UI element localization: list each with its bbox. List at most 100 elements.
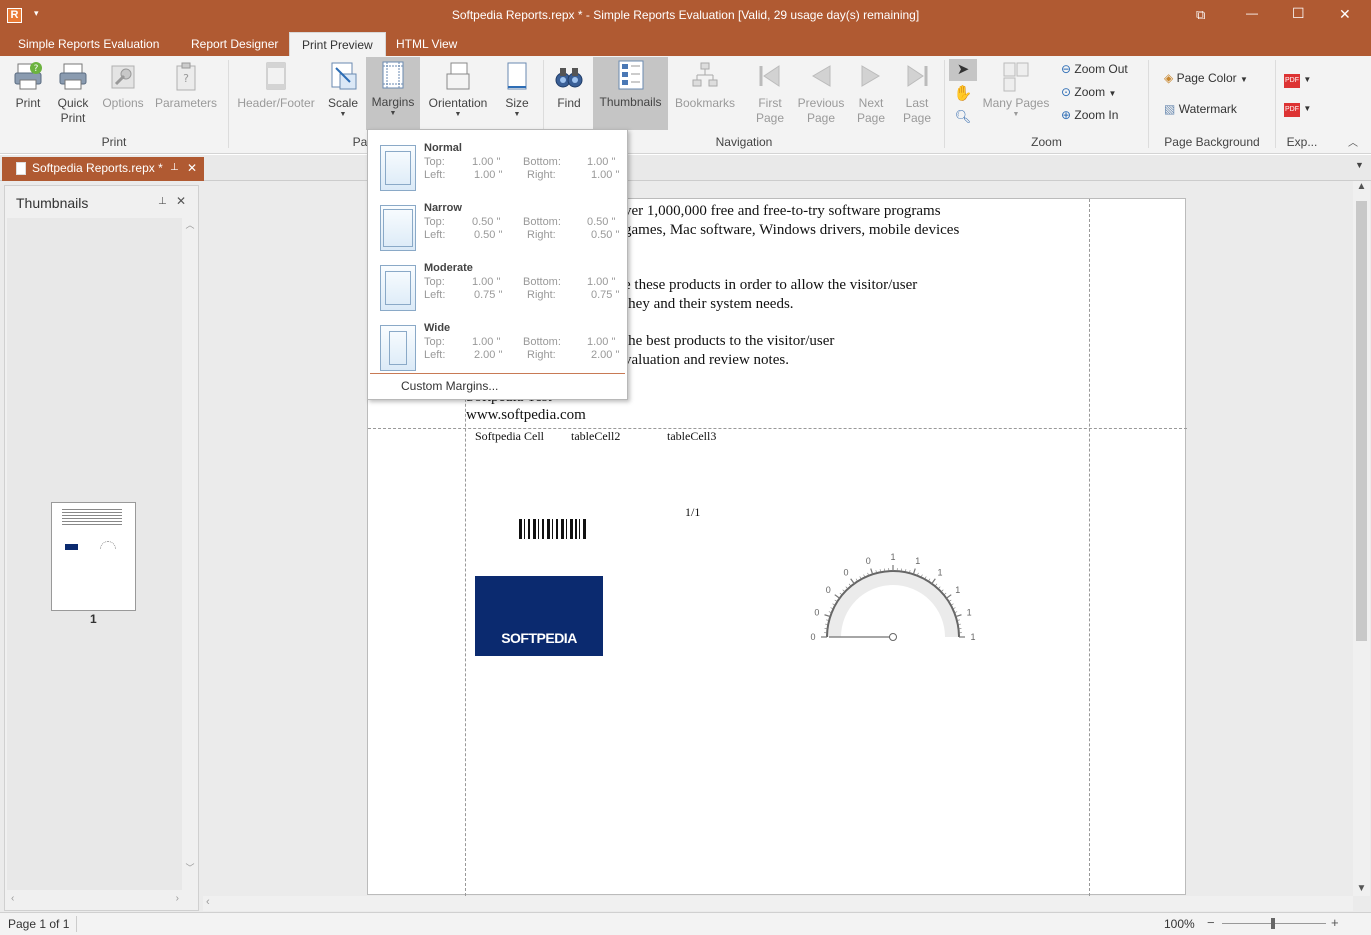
thumbnails-panel-title: Thumbnails [16,195,89,211]
zoom-icon: ⊙ [1061,85,1072,99]
margins-icon [382,61,404,89]
last-page-button[interactable]: Last Page [897,58,937,130]
margins-option-wide[interactable]: Wide Top: 1.00 " Bottom: 1.00 " Left: 2.… [368,316,627,376]
margins-preset-icon [380,325,416,371]
quick-print-label-1: Quick [57,96,89,110]
zoom-plus-button[interactable]: + [1331,915,1339,930]
export-pdf-button[interactable]: PDF ▼ [1284,68,1311,88]
gauge-label: 1 [967,607,972,617]
print-button[interactable]: ? Print [8,58,48,130]
preview-hscrollbar[interactable]: ‹ [203,896,1353,911]
page-color-button[interactable]: ◈ Page Color ▼ [1164,68,1248,88]
minimize-button[interactable]: — [1246,6,1258,20]
preview-vscrollbar[interactable]: ▲ ▼ [1353,181,1370,896]
custom-margins-item[interactable]: Custom Margins... [401,379,498,393]
tab-print-preview[interactable]: Print Preview [289,32,386,56]
binoculars-icon [555,68,583,88]
window-title: Softpedia Reports.repx * - Simple Report… [451,8,920,22]
top-label: Top: [424,156,445,168]
page-status: Page 1 of 1 [8,917,70,931]
collapse-ribbon-icon[interactable]: ︿ [1348,134,1358,149]
gauge-tick [946,594,952,599]
bottom-value: 1.00 " [587,336,616,348]
bookmarks-icon [692,62,718,87]
separator [228,60,229,148]
send-pdf-button[interactable]: PDF ▼ [1284,97,1311,117]
find-button[interactable]: Find [550,58,588,130]
scroll-down-icon[interactable]: ﹀ [183,861,197,874]
zoom-in-button[interactable]: ⊕ Zoom In [1061,105,1118,125]
options-button[interactable]: Options [99,58,147,130]
bottom-value: 1.00 " [587,156,616,168]
many-pages-button[interactable]: Many Pages ▼ [982,58,1050,130]
magnifier-tool-button[interactable]: 🔍︎ [949,106,977,128]
document-tab[interactable]: Softpedia Reports.repx * ⊥ ✕ [2,157,204,181]
pin-icon[interactable]: ⊥ [158,196,167,207]
tab-simple-reports-evaluation[interactable]: Simple Reports Evaluation [18,32,159,56]
scale-button[interactable]: Scale ▼ [324,58,362,130]
zoom-slider-thumb[interactable] [1271,918,1275,929]
scroll-left-icon[interactable]: ‹ [206,896,210,908]
next-page-label-2: Page [856,111,886,125]
margins-option-narrow[interactable]: Narrow Top: 0.50 " Bottom: 0.50 " Left: … [368,196,627,256]
thumbnails-scrollbar[interactable]: ︿ ﹀ [183,218,197,890]
quick-print-button[interactable]: Quick Print [54,58,92,130]
parameters-button[interactable]: ? Parameters [154,58,218,130]
right-label: Right: [527,169,556,181]
right-label: Right: [527,229,556,241]
page-color-label: Page Color [1176,71,1237,85]
gauge-label: 1 [938,567,943,577]
bottom-value: 0.50 " [587,216,616,228]
scroll-left-icon[interactable]: ‹ [11,893,14,904]
left-value: 0.50 " [474,229,503,241]
top-value: 0.50 " [472,216,501,228]
maximize-button[interactable]: ☐ [1292,5,1305,22]
send-pdf-icon: PDF [1284,103,1300,117]
gauge-label: 0 [866,556,871,566]
watermark-icon: ▧ [1164,102,1176,116]
zoom-out-button[interactable]: ⊖ Zoom Out [1061,59,1128,79]
scroll-right-icon[interactable]: › [176,893,179,904]
page-thumbnail[interactable] [51,502,136,611]
first-page-button[interactable]: First Page [750,58,790,130]
header-footer-button[interactable]: Header/Footer [234,58,318,130]
close-icon[interactable]: ✕ [187,157,197,179]
size-label: Size [505,96,529,110]
gauge-tick [931,578,936,584]
hand-icon: ✋ [953,85,973,102]
thumbnails-hscrollbar[interactable]: ‹ › [7,892,183,908]
left-label: Left: [424,289,446,301]
hand-tool-button[interactable]: ✋ [949,83,977,105]
tab-list-dropdown-icon[interactable]: ▼ [1355,160,1364,170]
next-page-button[interactable]: Next Page [852,58,890,130]
margins-option-moderate[interactable]: Moderate Top: 1.00 " Bottom: 1.00 " Left… [368,256,627,316]
orientation-button[interactable]: Orientation ▼ [424,58,492,130]
scroll-down-icon[interactable]: ▼ [1353,883,1370,894]
zoom-button[interactable]: ⊙ Zoom ▼ [1061,82,1116,102]
margins-option-normal[interactable]: Normal Top: 1.00 " Bottom: 1.00 " Left: … [368,136,627,196]
scroll-thumb[interactable] [1356,201,1367,641]
pointer-tool-button[interactable]: ➤ [949,59,977,81]
tab-html-view[interactable]: HTML View [396,32,457,56]
close-icon[interactable]: ✕ [176,194,186,208]
quick-printer-icon [59,63,87,90]
size-button[interactable]: Size ▼ [500,58,534,130]
margins-button[interactable]: Margins ▼ [366,57,420,130]
options-label: Options [102,96,144,110]
zoom-minus-button[interactable]: − [1207,915,1215,930]
chevron-down-icon: ▼ [454,111,462,118]
thumbnails-button[interactable]: Thumbnails [593,57,668,130]
scroll-up-icon[interactable]: ︿ [183,218,197,231]
previous-page-button[interactable]: Previous Page [796,58,846,130]
close-button[interactable]: ✕ [1339,6,1351,23]
chevron-down-icon: ▼ [1303,75,1312,84]
watermark-button[interactable]: ▧ Watermark [1164,99,1237,119]
zoom-group-label: Zoom [1031,135,1062,149]
tab-report-designer[interactable]: Report Designer [191,32,278,56]
scroll-up-icon[interactable]: ▲ [1353,181,1370,192]
bottom-label: Bottom: [523,156,561,168]
margins-option-name: Moderate [424,262,473,274]
pin-icon[interactable]: ⊥ [170,157,179,179]
restore-icon[interactable]: ⧉ [1196,7,1205,23]
bookmarks-button[interactable]: Bookmarks [673,58,737,130]
